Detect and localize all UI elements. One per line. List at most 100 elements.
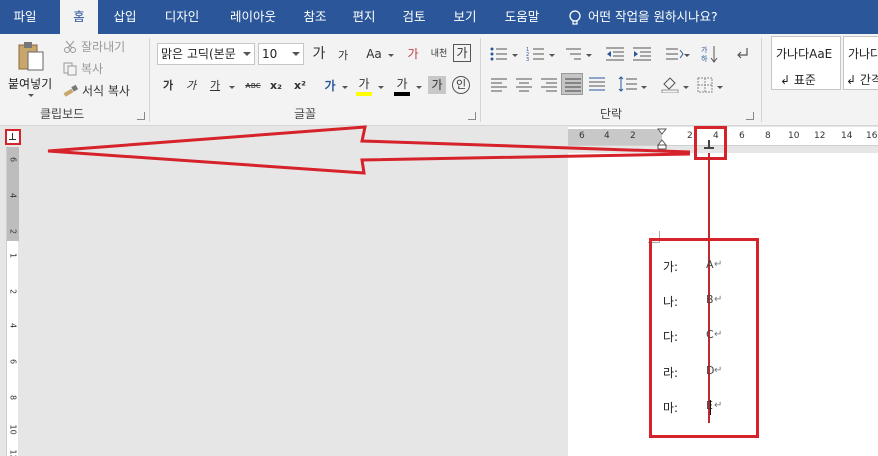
svg-text:하: 하 bbox=[701, 54, 708, 63]
hruler-number: 6 bbox=[739, 131, 745, 141]
style-no-spacing-name: ↲ 간격 bbox=[846, 73, 878, 87]
superscript-button[interactable]: x² bbox=[290, 76, 310, 96]
strikethrough-button[interactable]: ᴀʙᴄ bbox=[240, 76, 266, 96]
vruler-number: 4 bbox=[8, 192, 18, 199]
highlight-color-bar bbox=[356, 92, 372, 96]
justify-icon bbox=[565, 78, 581, 92]
chevron-down-icon bbox=[586, 54, 592, 57]
chevron-down-icon bbox=[378, 86, 384, 89]
tab-file[interactable]: 파일 bbox=[0, 0, 50, 34]
chevron-down-icon bbox=[28, 94, 34, 97]
tab-help[interactable]: 도움말 bbox=[496, 0, 548, 34]
hruler-number: 10 bbox=[788, 131, 800, 141]
list-item-key: 라: bbox=[663, 366, 679, 380]
decrease-indent-icon[interactable] bbox=[605, 46, 625, 62]
borders-icon[interactable] bbox=[697, 77, 713, 93]
bullets-icon[interactable] bbox=[489, 46, 511, 62]
font-name-combo[interactable]: 맑은 고딕(본문 bbox=[157, 43, 255, 65]
hruler-number: 2 bbox=[687, 131, 693, 141]
shrink-font-button[interactable]: 가 bbox=[333, 46, 353, 66]
tab-layout[interactable]: 레이아웃 bbox=[218, 0, 288, 34]
change-case-button[interactable]: Aa bbox=[362, 44, 386, 64]
asian-layout-icon[interactable] bbox=[664, 46, 684, 62]
underline-button[interactable]: 가 bbox=[205, 76, 225, 96]
italic-button[interactable]: 가 bbox=[181, 76, 201, 96]
vruler-number: 8 bbox=[8, 394, 18, 401]
tell-me-box[interactable]: 어떤 작업을 원하시나요? bbox=[568, 0, 718, 34]
grow-font-button[interactable]: 가 bbox=[309, 44, 329, 64]
vertical-ruler[interactable]: 6 4 2 1 2 4 6 8 10 12 bbox=[0, 127, 22, 456]
phonetic-guide-button[interactable]: 내천 bbox=[428, 44, 450, 64]
align-center-icon[interactable] bbox=[515, 78, 533, 92]
align-left-icon[interactable] bbox=[490, 78, 508, 92]
clear-format-button[interactable]: 가 bbox=[403, 44, 423, 64]
paste-button[interactable]: 붙여넣기 bbox=[8, 38, 54, 104]
vruler-number: 6 bbox=[8, 156, 18, 163]
paragraph-mark: ↵ bbox=[714, 400, 723, 411]
enclose-char-button[interactable]: 인 bbox=[452, 76, 470, 94]
chevron-down-icon bbox=[683, 86, 689, 89]
sort-icon[interactable]: 가하 bbox=[700, 44, 718, 64]
tab-design[interactable]: 디자인 bbox=[154, 0, 210, 34]
group-divider bbox=[149, 38, 150, 122]
copy-button[interactable]: 복사 bbox=[63, 60, 103, 77]
tab-references[interactable]: 참조 bbox=[294, 0, 336, 34]
format-painter-icon bbox=[63, 84, 79, 97]
list-item-key: 다: bbox=[663, 330, 679, 344]
text-cursor bbox=[710, 400, 711, 415]
justify-button[interactable] bbox=[561, 73, 583, 95]
format-painter-button[interactable]: 서식 복사 bbox=[63, 82, 130, 99]
list-item-key: 마: bbox=[663, 401, 679, 415]
font-color-button[interactable]: 가 bbox=[392, 74, 412, 96]
text-effects-button[interactable]: 가 bbox=[320, 76, 340, 96]
left-tab-stop-icon[interactable] bbox=[704, 140, 714, 150]
clipboard-launcher-icon[interactable] bbox=[137, 112, 145, 120]
paragraph-launcher-icon[interactable] bbox=[746, 112, 754, 120]
list-item-value: C bbox=[706, 328, 714, 341]
font-size-combo[interactable]: 10 bbox=[258, 43, 304, 65]
font-launcher-icon[interactable] bbox=[468, 112, 476, 120]
numbering-icon[interactable]: 123 bbox=[526, 46, 548, 62]
group-divider bbox=[480, 38, 481, 122]
copy-label: 복사 bbox=[81, 62, 104, 76]
subscript-button[interactable]: x₂ bbox=[266, 76, 286, 96]
align-right-icon[interactable] bbox=[540, 78, 558, 92]
list-item-value: B bbox=[706, 293, 714, 306]
vruler-number: 12 bbox=[8, 449, 18, 456]
tab-view[interactable]: 보기 bbox=[444, 0, 486, 34]
char-shading-button[interactable]: 가 bbox=[428, 76, 446, 94]
tell-me-text: 어떤 작업을 원하시나요? bbox=[588, 9, 718, 24]
style-normal-name: ↲ 표준 bbox=[780, 73, 816, 87]
style-normal[interactable]: 가나다AaE ↲ 표준 bbox=[771, 36, 841, 90]
font-name-value: 맑은 고딕(본문 bbox=[161, 47, 236, 61]
char-border-button[interactable]: 가 bbox=[453, 44, 471, 62]
tab-mailings[interactable]: 편지 bbox=[344, 0, 384, 34]
multilevel-list-icon[interactable] bbox=[563, 46, 585, 62]
distributed-icon[interactable] bbox=[588, 77, 606, 93]
tab-review[interactable]: 검토 bbox=[393, 0, 435, 34]
line-spacing-icon[interactable] bbox=[618, 76, 638, 92]
paragraph-mark: ↵ bbox=[714, 365, 723, 376]
highlight-button[interactable]: 가 bbox=[354, 74, 374, 96]
list-item-value: A bbox=[706, 258, 714, 271]
paragraph-mark: ↵ bbox=[714, 259, 723, 270]
font-color-bar bbox=[394, 92, 410, 96]
clipboard-group-label: 클립보드 bbox=[40, 107, 85, 121]
chevron-down-icon bbox=[549, 54, 555, 57]
group-divider bbox=[761, 38, 762, 122]
cut-button[interactable]: 잘라내기 bbox=[63, 38, 125, 55]
svg-text:가: 가 bbox=[701, 45, 708, 54]
list-item-key: 나: bbox=[663, 295, 679, 309]
tab-insert[interactable]: 삽입 bbox=[104, 0, 146, 34]
bold-button[interactable]: 가 bbox=[158, 76, 178, 96]
increase-indent-icon[interactable] bbox=[632, 46, 652, 62]
paragraph-mark-icon[interactable] bbox=[735, 46, 751, 62]
tab-home[interactable]: 홈 bbox=[60, 0, 98, 34]
style-no-spacing[interactable]: 가나다 ↲ 간격 bbox=[843, 36, 878, 90]
shading-icon[interactable] bbox=[660, 75, 680, 93]
tab-selector-highlight[interactable] bbox=[5, 129, 21, 145]
chevron-down-icon bbox=[512, 54, 518, 57]
indent-marker-icon[interactable] bbox=[657, 128, 667, 150]
style-normal-sample: 가나다AaE bbox=[776, 47, 833, 61]
hruler-number: 14 bbox=[841, 131, 853, 141]
